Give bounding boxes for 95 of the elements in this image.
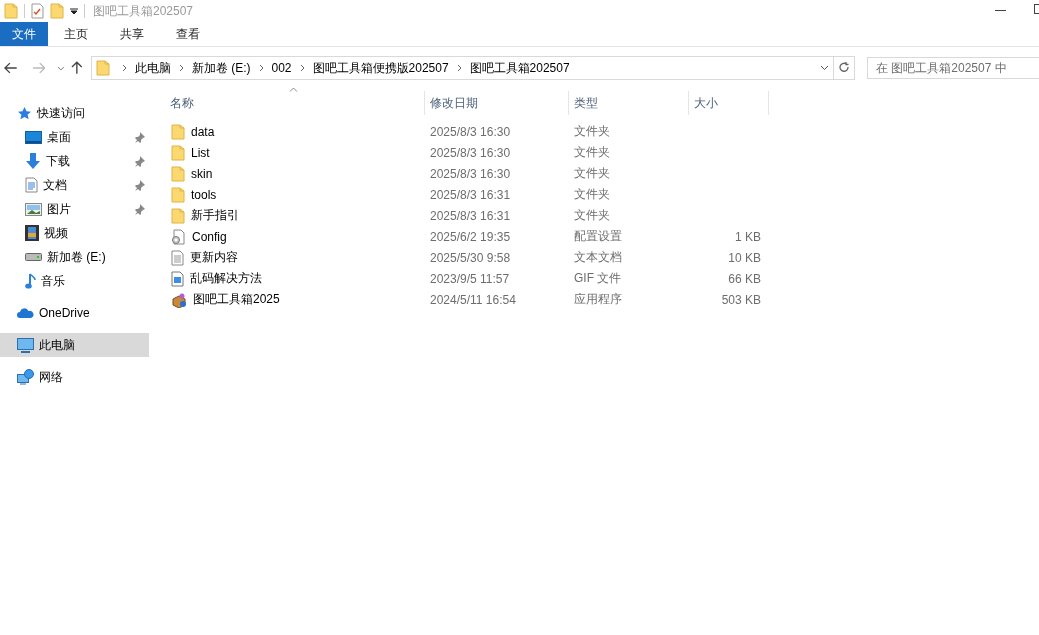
folder-icon (171, 165, 185, 182)
file-size: 10 KB (728, 250, 761, 265)
modified-date: 2025/8/3 16:31 (430, 187, 511, 202)
chevron-right-icon (456, 64, 462, 72)
file-type: 文件夹 (574, 166, 610, 180)
chevron-right-icon (121, 64, 127, 72)
file-name[interactable]: Config (192, 229, 227, 244)
modified-date: 2025/8/3 16:30 (430, 166, 511, 181)
network-computers-icon (17, 369, 34, 385)
column-header[interactable]: 名称 (165, 91, 425, 115)
picture-icon (25, 202, 42, 216)
window-title: 图吧工具箱202507 (93, 2, 194, 20)
breadcrumb[interactable]: 新加卷 (E:) (189, 59, 253, 77)
refresh-icon (838, 62, 850, 74)
settings-file-icon (171, 228, 186, 245)
recent-locations-chevron-icon[interactable] (57, 65, 66, 71)
folder-icon (171, 123, 185, 140)
ribbon-tab[interactable]: 查看 (160, 22, 216, 46)
file-name[interactable]: 新手指引 (191, 207, 239, 224)
ribbon-tab[interactable]: 主页 (48, 22, 104, 46)
modified-date: 2024/5/11 16:54 (430, 292, 516, 307)
file-type: 文本文档 (574, 250, 622, 264)
file-size: 66 KB (728, 271, 761, 286)
address-bar[interactable]: 此电脑 新加卷 (E:) 002 图吧工具箱便携版202507 图吧工具箱202507 (90, 56, 835, 80)
file-type: 应用程序 (574, 292, 622, 306)
address-folder-icon (95, 60, 110, 76)
file-type: 文件夹 (574, 145, 610, 159)
image-file-icon (171, 270, 184, 287)
folder-icon (171, 207, 185, 224)
music-note-icon (25, 272, 36, 290)
star-icon (17, 106, 32, 120)
file-name[interactable]: 更新内容 (190, 249, 238, 266)
new-folder-icon (50, 3, 64, 19)
download-arrow-icon (25, 153, 41, 169)
ribbon-tab[interactable]: 文件 (0, 22, 48, 46)
sidebar-item[interactable]: 桌面 (0, 125, 149, 149)
sidebar-item[interactable]: 快速访问 (0, 101, 149, 125)
sidebar-item[interactable]: OneDrive (0, 301, 149, 325)
sidebar-item[interactable]: 新加卷 (E:) (0, 245, 149, 269)
document-icon (25, 177, 38, 193)
breadcrumb[interactable]: 此电脑 (132, 59, 173, 77)
address-dropdown-icon[interactable] (820, 65, 830, 71)
modified-date: 2025/8/3 16:30 (430, 124, 511, 139)
column-header[interactable]: 修改日期 (425, 91, 569, 115)
refresh-button[interactable] (833, 56, 855, 80)
properties-checklist-icon[interactable] (31, 3, 44, 19)
sidebar-item[interactable]: 视频 (0, 221, 149, 245)
file-type: 文件夹 (574, 187, 610, 201)
sort-ascending-icon (289, 87, 298, 92)
column-header[interactable]: 类型 (569, 91, 689, 115)
file-name[interactable]: skin (191, 166, 213, 181)
sidebar-item[interactable]: 音乐 (0, 269, 149, 293)
modified-date: 2023/9/5 11:57 (430, 271, 510, 286)
folder-icon (171, 144, 185, 161)
sidebar-item[interactable]: 此电脑 (0, 333, 149, 357)
modified-date: 2025/5/30 9:58 (430, 250, 511, 265)
chevron-right-icon (258, 64, 264, 72)
file-name[interactable]: List (191, 145, 210, 160)
ribbon-tab[interactable]: 共享 (104, 22, 160, 46)
cloud-icon (17, 307, 34, 319)
file-type: GIF 文件 (574, 271, 622, 285)
dropdown-caret-icon[interactable] (70, 7, 78, 15)
breadcrumb[interactable]: 002 (269, 61, 294, 75)
film-icon (25, 225, 39, 241)
file-type: 文件夹 (574, 208, 610, 222)
file-name[interactable]: 乱码解决方法 (190, 270, 262, 287)
modified-date: 2025/8/3 16:30 (430, 145, 511, 160)
sidebar-item[interactable]: 下载 (0, 149, 149, 173)
file-name[interactable]: tools (191, 187, 217, 202)
modified-date: 2025/6/2 19:35 (430, 229, 511, 244)
desktop-icon (25, 130, 42, 144)
file-name[interactable]: data (191, 124, 215, 139)
file-size: 503 KB (721, 292, 761, 307)
chevron-right-icon (299, 64, 305, 72)
text-file-icon (171, 249, 184, 266)
folder-icon (4, 3, 18, 19)
search-field[interactable]: 在 图吧工具箱202507 中 (867, 57, 1039, 79)
computer-monitor-icon (17, 337, 34, 353)
sidebar-item[interactable]: 文档 (0, 173, 149, 197)
back-arrow-icon[interactable] (4, 62, 18, 74)
sidebar-item[interactable]: 图片 (0, 197, 149, 221)
folder-icon (171, 186, 185, 203)
chevron-right-icon (178, 64, 184, 72)
up-arrow-icon[interactable] (71, 61, 83, 75)
toolbox-app-icon (171, 291, 187, 308)
modified-date: 2025/8/3 16:31 (430, 208, 511, 223)
column-header[interactable]: 大小 (689, 91, 769, 115)
drive-icon (25, 253, 42, 261)
breadcrumb[interactable]: 图吧工具箱202507 (467, 59, 572, 77)
sidebar-item[interactable]: 网络 (0, 365, 149, 389)
file-name[interactable]: 图吧工具箱2025 (193, 291, 280, 308)
breadcrumb[interactable]: 图吧工具箱便携版202507 (310, 59, 451, 77)
file-type: 文件夹 (574, 124, 610, 138)
file-type: 配置设置 (574, 229, 622, 243)
file-size: 1 KB (735, 229, 761, 244)
